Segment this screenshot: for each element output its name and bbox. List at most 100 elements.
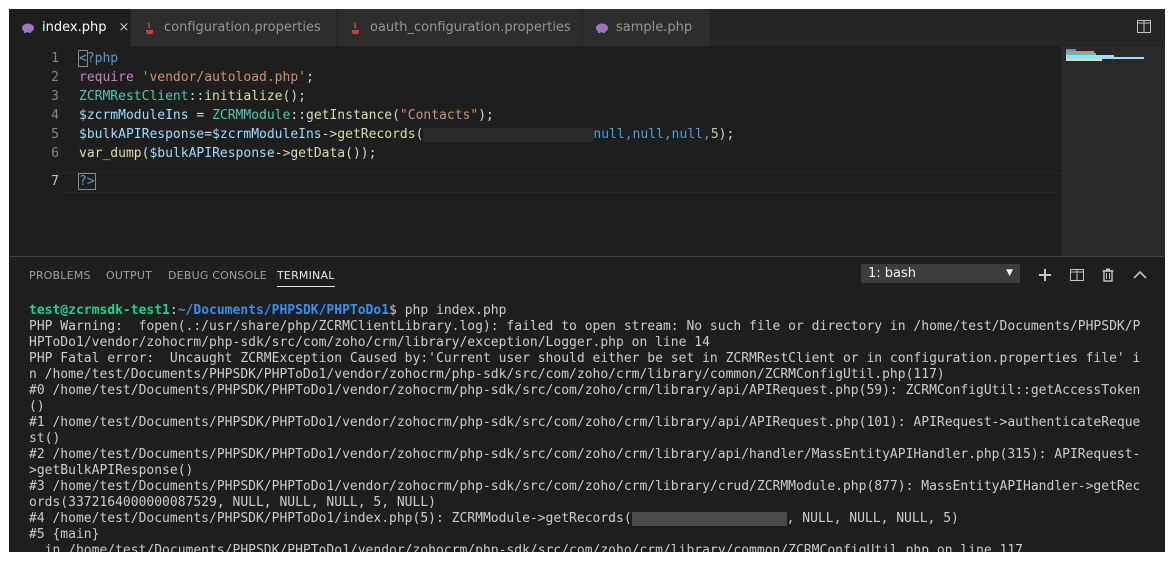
line-number: 5 [51,127,59,142]
code-token: 'vendor/autoload.php' [141,70,306,85]
terminal-line: #5 {main} [29,527,100,542]
line-number: 3 [51,89,59,104]
terminal-line: #0 /home/test/Documents/PHPSDK/PHPToDo1/… [29,383,1141,398]
code-token: = [188,108,213,123]
terminal-line: #4 /home/test/Documents/PHPSDK/PHPToDo1/… [29,511,1165,527]
code-token: $bulkAPIResponse [149,146,275,161]
code-token: ); [718,127,735,142]
terminal-line: PHP Fatal error: Uncaught ZCRMException … [29,351,1141,366]
terminal-output[interactable]: test@zcrmsdk-test1:~/Documents/PHPSDK/PH… [29,303,1165,552]
terminal-select[interactable]: 1: bash ▼ [861,264,1020,283]
terminal-select-value: 1: bash [868,266,917,281]
prompt-command: $ php index.php [389,303,507,318]
line-number: 2 [51,70,59,85]
terminal-line: >getBulkAPIResponse() [29,463,194,478]
terminal-line: #3 /home/test/Documents/PHPSDK/PHPToDo1/… [29,479,1141,494]
code-token: var_dump [79,146,142,161]
code-line-1: <?php [78,50,119,67]
vscode-window: index.php × configuration.properties oau… [9,9,1165,552]
code-token: ( [415,127,424,142]
code-token: :: [290,108,306,123]
code-token: ( [392,108,400,123]
code-token: 5 [710,127,719,142]
chevron-up-icon[interactable] [1132,267,1148,283]
code-token: require [79,70,134,85]
tab-configuration-properties[interactable]: configuration.properties [131,9,337,46]
code-token: getRecords [337,127,416,142]
code-token: < [78,50,88,67]
code-token: ?php [86,51,119,66]
code-token: $zcrmModuleIns [212,127,322,142]
tab-debug-console[interactable]: DEBUG CONSOLE [168,269,267,282]
terminal-line: in /home/test/Documents/PHPSDK/PHPToDo1/… [29,543,1023,552]
code-token: :: [188,89,205,104]
code-token: ZCRMRestClient [79,89,189,104]
code-token: ZCRMModule [212,108,291,123]
tab-index-php[interactable]: index.php × [9,9,131,46]
code-token: null,null,null, [593,127,711,142]
terminal-text: #4 /home/test/Documents/PHPSDK/PHPToDo1/… [29,511,632,526]
split-editor-icon[interactable] [1137,20,1151,33]
code-token: ?> [78,173,96,190]
code-token: ); [478,108,494,123]
code-token: "Contacts" [399,108,479,123]
terminal-line: PHP Warning: fopen(.:/usr/share/php/ZCRM… [29,319,1141,334]
tab-problems[interactable]: PROBLEMS [29,269,91,282]
tab-sample-php[interactable]: sample.php [583,9,711,46]
terminal-line: st() [29,431,61,446]
close-icon[interactable]: × [118,20,129,35]
tab-oauth-configuration-properties[interactable]: oauth_configuration.properties [337,9,583,46]
trash-icon[interactable] [1100,267,1116,283]
terminal-line: #1 /home/test/Documents/PHPSDK/PHPToDo1/… [29,415,1141,430]
minimap-line [1066,59,1102,61]
minimap-slider[interactable] [1062,46,1165,256]
tab-terminal[interactable]: TERMINAL [277,269,335,287]
prompt-user: test@zcrmsdk-test1 [29,303,170,318]
code-line-2: require 'vendor/autoload.php'; [79,70,314,85]
code-editor[interactable]: 1 2 3 4 5 6 7 <?php require 'vendor/auto… [9,46,1059,256]
chevron-down-icon: ▼ [1006,268,1013,278]
php-elephant-icon [596,23,608,33]
prompt-path: ~/Documents/PHPSDK/PHPToDo1 [177,303,390,318]
java-icon [146,21,153,34]
terminal-prompt-line: test@zcrmsdk-test1:~/Documents/PHPSDK/PH… [29,303,1165,319]
code-line-6: var_dump($bulkAPIResponse->getData()); [79,146,376,161]
code-line-5: $bulkAPIResponse=$zcrmModuleIns->getReco… [79,127,734,142]
minimap[interactable] [1061,46,1165,256]
terminal-line: ords(3372164000000087529, NULL, NULL, NU… [29,495,436,510]
tab-label: oauth_configuration.properties [370,20,571,35]
tab-label: index.php [42,20,107,35]
code-line-7: ?> [78,173,96,190]
code-token: ; [306,70,314,85]
prompt-separator: : [169,303,178,318]
terminal-line: () [29,399,45,414]
tab-label: sample.php [616,20,693,35]
code-token: $zcrmModuleIns [79,108,189,123]
code-token: getInstance [306,108,393,123]
code-token: -> [274,146,291,161]
redacted-argument [423,127,594,142]
bottom-panel: PROBLEMS OUTPUT DEBUG CONSOLE TERMINAL 1… [9,256,1165,552]
code-token: = [204,127,213,142]
code-token: getData [290,146,346,161]
line-number: 1 [51,51,59,66]
code-token: ()); [345,146,377,161]
terminal-line: n /home/test/Documents/PHPSDK/PHPToDo1/v… [29,367,945,382]
code-token: (); [282,89,306,104]
terminal-line: HPToDo1/vendor/zohocrm/php-sdk/src/com/z… [29,335,710,350]
line-number: 4 [51,108,59,123]
split-terminal-icon[interactable] [1069,267,1085,283]
current-line-highlight [65,172,1059,193]
terminal-text: , NULL, NULL, NULL, 5) [786,511,959,526]
tab-output[interactable]: OUTPUT [106,269,152,282]
code-token: initialize [204,89,283,104]
php-elephant-icon [22,23,34,33]
plus-icon[interactable] [1037,267,1053,283]
code-token: $bulkAPIResponse [79,127,205,142]
code-line-3: ZCRMRestClient::initialize(); [79,89,306,104]
terminal-line: #2 /home/test/Documents/PHPSDK/PHPToDo1/… [29,447,1141,462]
editor-tab-bar: index.php × configuration.properties oau… [9,9,1165,46]
tab-label: configuration.properties [164,20,321,35]
redacted-argument [631,511,787,526]
line-number: 7 [51,174,59,189]
